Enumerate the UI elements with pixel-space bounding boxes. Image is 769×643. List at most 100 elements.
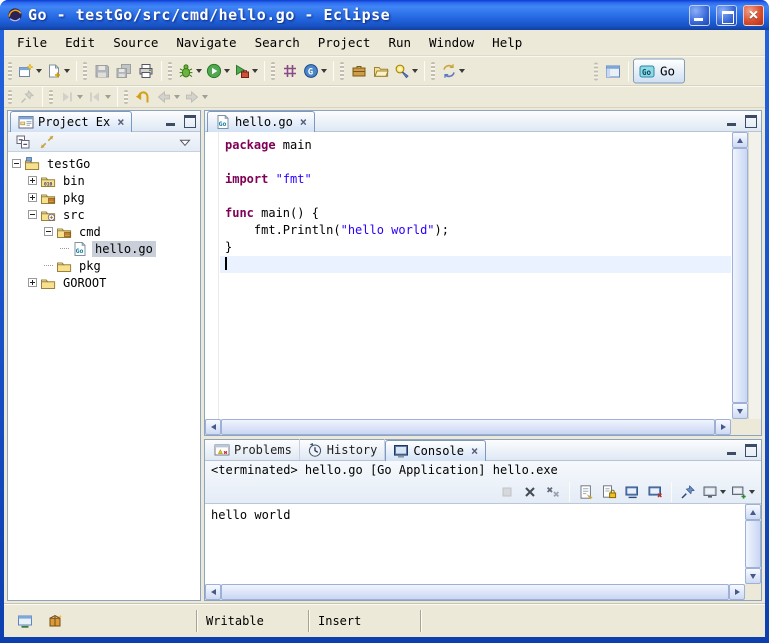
dropdown-arrow-icon[interactable] bbox=[720, 490, 726, 494]
dropdown-arrow-icon[interactable] bbox=[105, 95, 111, 99]
dropdown-arrow-icon[interactable] bbox=[196, 69, 202, 73]
dropdown-arrow-icon[interactable] bbox=[77, 95, 83, 99]
go-perspective-button[interactable]: Go Go bbox=[633, 59, 685, 84]
menu-file[interactable]: File bbox=[8, 32, 56, 53]
print-button[interactable] bbox=[135, 59, 157, 83]
dropdown-arrow-icon[interactable] bbox=[64, 69, 70, 73]
editor-hscrollbar[interactable] bbox=[205, 419, 731, 435]
pin-console-button[interactable] bbox=[677, 482, 699, 502]
console-vscrollbar[interactable] bbox=[745, 504, 761, 584]
code-line-7[interactable]: } bbox=[220, 239, 731, 256]
scroll-down-button[interactable] bbox=[732, 403, 748, 419]
go-build-button[interactable]: G bbox=[301, 59, 329, 83]
remove-all-button[interactable] bbox=[542, 482, 564, 502]
prev-annotation-button[interactable] bbox=[85, 88, 113, 106]
scrollbar-thumb[interactable] bbox=[221, 419, 715, 435]
scroll-left-button[interactable] bbox=[205, 584, 221, 600]
menu-search[interactable]: Search bbox=[246, 32, 309, 53]
console-hscrollbar[interactable] bbox=[205, 584, 745, 600]
tree-item-pkg[interactable]: pkg bbox=[8, 257, 200, 274]
scroll-left-button[interactable] bbox=[205, 419, 221, 435]
go-package-button[interactable] bbox=[44, 609, 66, 633]
minimize-view-button[interactable] bbox=[163, 114, 178, 128]
close-button[interactable] bbox=[743, 5, 764, 26]
titlebar[interactable]: Go - testGo/src/cmd/hello.go - Eclipse bbox=[0, 0, 769, 30]
maximize-view-button[interactable] bbox=[182, 114, 197, 128]
code-line-1[interactable]: package main bbox=[220, 137, 731, 154]
maximize-button[interactable] bbox=[716, 5, 737, 26]
new-wizard-button[interactable] bbox=[16, 59, 44, 83]
code-line-8[interactable] bbox=[220, 256, 731, 273]
scroll-lock-button[interactable] bbox=[598, 482, 620, 502]
dropdown-arrow-icon[interactable] bbox=[749, 490, 755, 494]
code-line-5[interactable]: func main() { bbox=[220, 205, 731, 222]
menu-edit[interactable]: Edit bbox=[56, 32, 104, 53]
tree-item-pkg[interactable]: pkg bbox=[8, 189, 200, 206]
scrollbar-thumb[interactable] bbox=[745, 520, 761, 568]
minimize-view-button[interactable] bbox=[724, 114, 739, 128]
tree-item-bin[interactable]: 010bin bbox=[8, 172, 200, 189]
debug-button[interactable] bbox=[176, 59, 204, 83]
external-tools-button[interactable] bbox=[232, 59, 260, 83]
collapse-icon[interactable] bbox=[44, 227, 53, 236]
minimize-button[interactable] bbox=[689, 5, 710, 26]
maximize-view-button[interactable] bbox=[743, 443, 758, 457]
fast-view-button[interactable] bbox=[14, 609, 36, 633]
code-line-4[interactable] bbox=[220, 188, 731, 205]
dropdown-arrow-icon[interactable] bbox=[459, 69, 465, 73]
dropdown-arrow-icon[interactable] bbox=[36, 69, 42, 73]
remove-launch-button[interactable] bbox=[519, 482, 541, 502]
annotation-ruler[interactable] bbox=[205, 132, 219, 419]
tree-item-hello.go[interactable]: Gohello.go bbox=[8, 240, 200, 257]
tab-hello-go[interactable]: Go hello.go × bbox=[207, 111, 315, 132]
menu-project[interactable]: Project bbox=[309, 32, 380, 53]
tree-item-GOROOT[interactable]: GOROOT bbox=[8, 274, 200, 291]
expand-icon[interactable] bbox=[28, 278, 37, 287]
dropdown-arrow-icon[interactable] bbox=[224, 69, 230, 73]
expand-icon[interactable] bbox=[28, 193, 37, 202]
search-button[interactable] bbox=[392, 59, 420, 83]
run-button[interactable] bbox=[204, 59, 232, 83]
collapse-icon[interactable] bbox=[28, 210, 37, 219]
expand-icon[interactable] bbox=[28, 176, 37, 185]
dropdown-arrow-icon[interactable] bbox=[321, 69, 327, 73]
menu-window[interactable]: Window bbox=[420, 32, 483, 53]
menu-help[interactable]: Help bbox=[483, 32, 531, 53]
open-perspective-button[interactable] bbox=[602, 59, 624, 83]
minimize-view-button[interactable] bbox=[724, 443, 739, 457]
save-all-button[interactable] bbox=[113, 59, 135, 83]
next-annotation-button[interactable] bbox=[57, 88, 85, 106]
dropdown-arrow-icon[interactable] bbox=[252, 69, 258, 73]
dropdown-arrow-icon[interactable] bbox=[202, 95, 208, 99]
tree-item-src[interactable]: src bbox=[8, 206, 200, 223]
tab-history[interactable]: History bbox=[300, 439, 386, 460]
scroll-right-button[interactable] bbox=[715, 419, 731, 435]
forward-button[interactable] bbox=[182, 88, 210, 106]
code-area[interactable]: package mainimport "fmt"func main() { fm… bbox=[220, 132, 731, 419]
close-icon[interactable]: × bbox=[117, 116, 124, 128]
display-console-button[interactable] bbox=[700, 482, 728, 502]
pin-editor-button[interactable] bbox=[16, 88, 38, 106]
last-edit-location-button[interactable] bbox=[132, 88, 154, 106]
tree-item-cmd[interactable]: cmd bbox=[8, 223, 200, 240]
scroll-up-button[interactable] bbox=[732, 132, 748, 148]
tab-project-explorer[interactable]: Project Ex × bbox=[10, 111, 132, 132]
open-console-button[interactable] bbox=[729, 482, 757, 502]
overview-ruler[interactable] bbox=[748, 132, 761, 419]
show-stderr-button[interactable] bbox=[644, 482, 666, 502]
scrollbar-thumb[interactable] bbox=[221, 584, 729, 600]
tab-console[interactable]: Console× bbox=[385, 440, 486, 461]
collapse-icon[interactable] bbox=[12, 159, 21, 168]
collapse-all-button[interactable] bbox=[12, 133, 34, 151]
menu-source[interactable]: Source bbox=[104, 32, 167, 53]
scroll-down-button[interactable] bbox=[745, 568, 761, 584]
menu-run[interactable]: Run bbox=[379, 32, 420, 53]
console-output[interactable]: hello world bbox=[205, 504, 745, 584]
team-sync-button[interactable] bbox=[439, 59, 467, 83]
dropdown-arrow-icon[interactable] bbox=[412, 69, 418, 73]
close-icon[interactable]: × bbox=[300, 116, 307, 128]
toolbox-button[interactable] bbox=[348, 59, 370, 83]
show-stdout-button[interactable] bbox=[621, 482, 643, 502]
code-line-3[interactable]: import "fmt" bbox=[220, 171, 731, 188]
scroll-up-button[interactable] bbox=[745, 504, 761, 520]
